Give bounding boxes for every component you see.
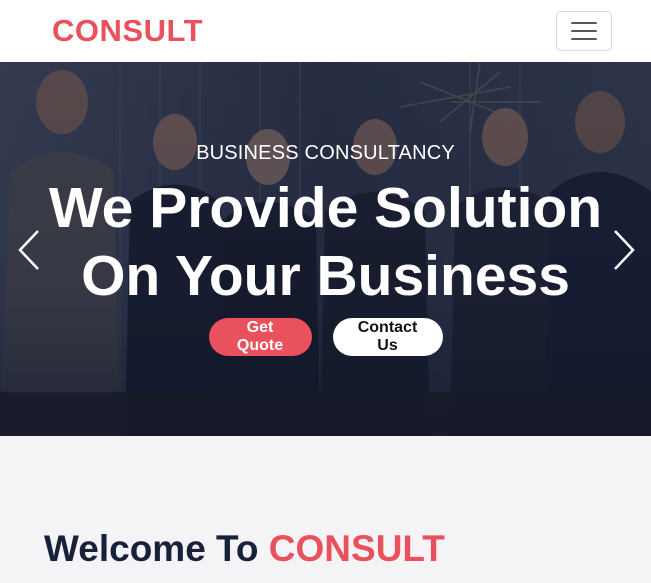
contact-us-button[interactable]: Contact Us <box>332 318 443 356</box>
hero-caption: Business Consultancy We Provide Solution… <box>0 62 651 436</box>
menu-toggle-button[interactable] <box>556 11 612 51</box>
hero-eyebrow: Business Consultancy <box>196 142 455 164</box>
welcome-section: Welcome To CONSULT <box>0 436 651 583</box>
hamburger-menu-icon <box>571 38 597 40</box>
hero-actions: Get Quote Contact Us <box>0 318 651 356</box>
hero-title-line2: On Your Business <box>81 244 570 308</box>
hero-carousel: Business Consultancy We Provide Solution… <box>0 62 651 436</box>
hero-title: We Provide Solution On Your Business <box>0 174 651 310</box>
get-quote-button[interactable]: Get Quote <box>208 318 312 356</box>
hamburger-menu-icon <box>571 22 597 24</box>
welcome-title: Welcome To CONSULT <box>44 528 445 570</box>
brand-logo[interactable]: CONSULT <box>52 13 203 49</box>
welcome-brand: CONSULT <box>268 528 445 569</box>
navbar: CONSULT <box>0 0 651 62</box>
hero-title-line1: We Provide Solution <box>48 176 603 240</box>
welcome-prefix: Welcome To <box>44 528 259 569</box>
hamburger-menu-icon <box>571 30 597 32</box>
